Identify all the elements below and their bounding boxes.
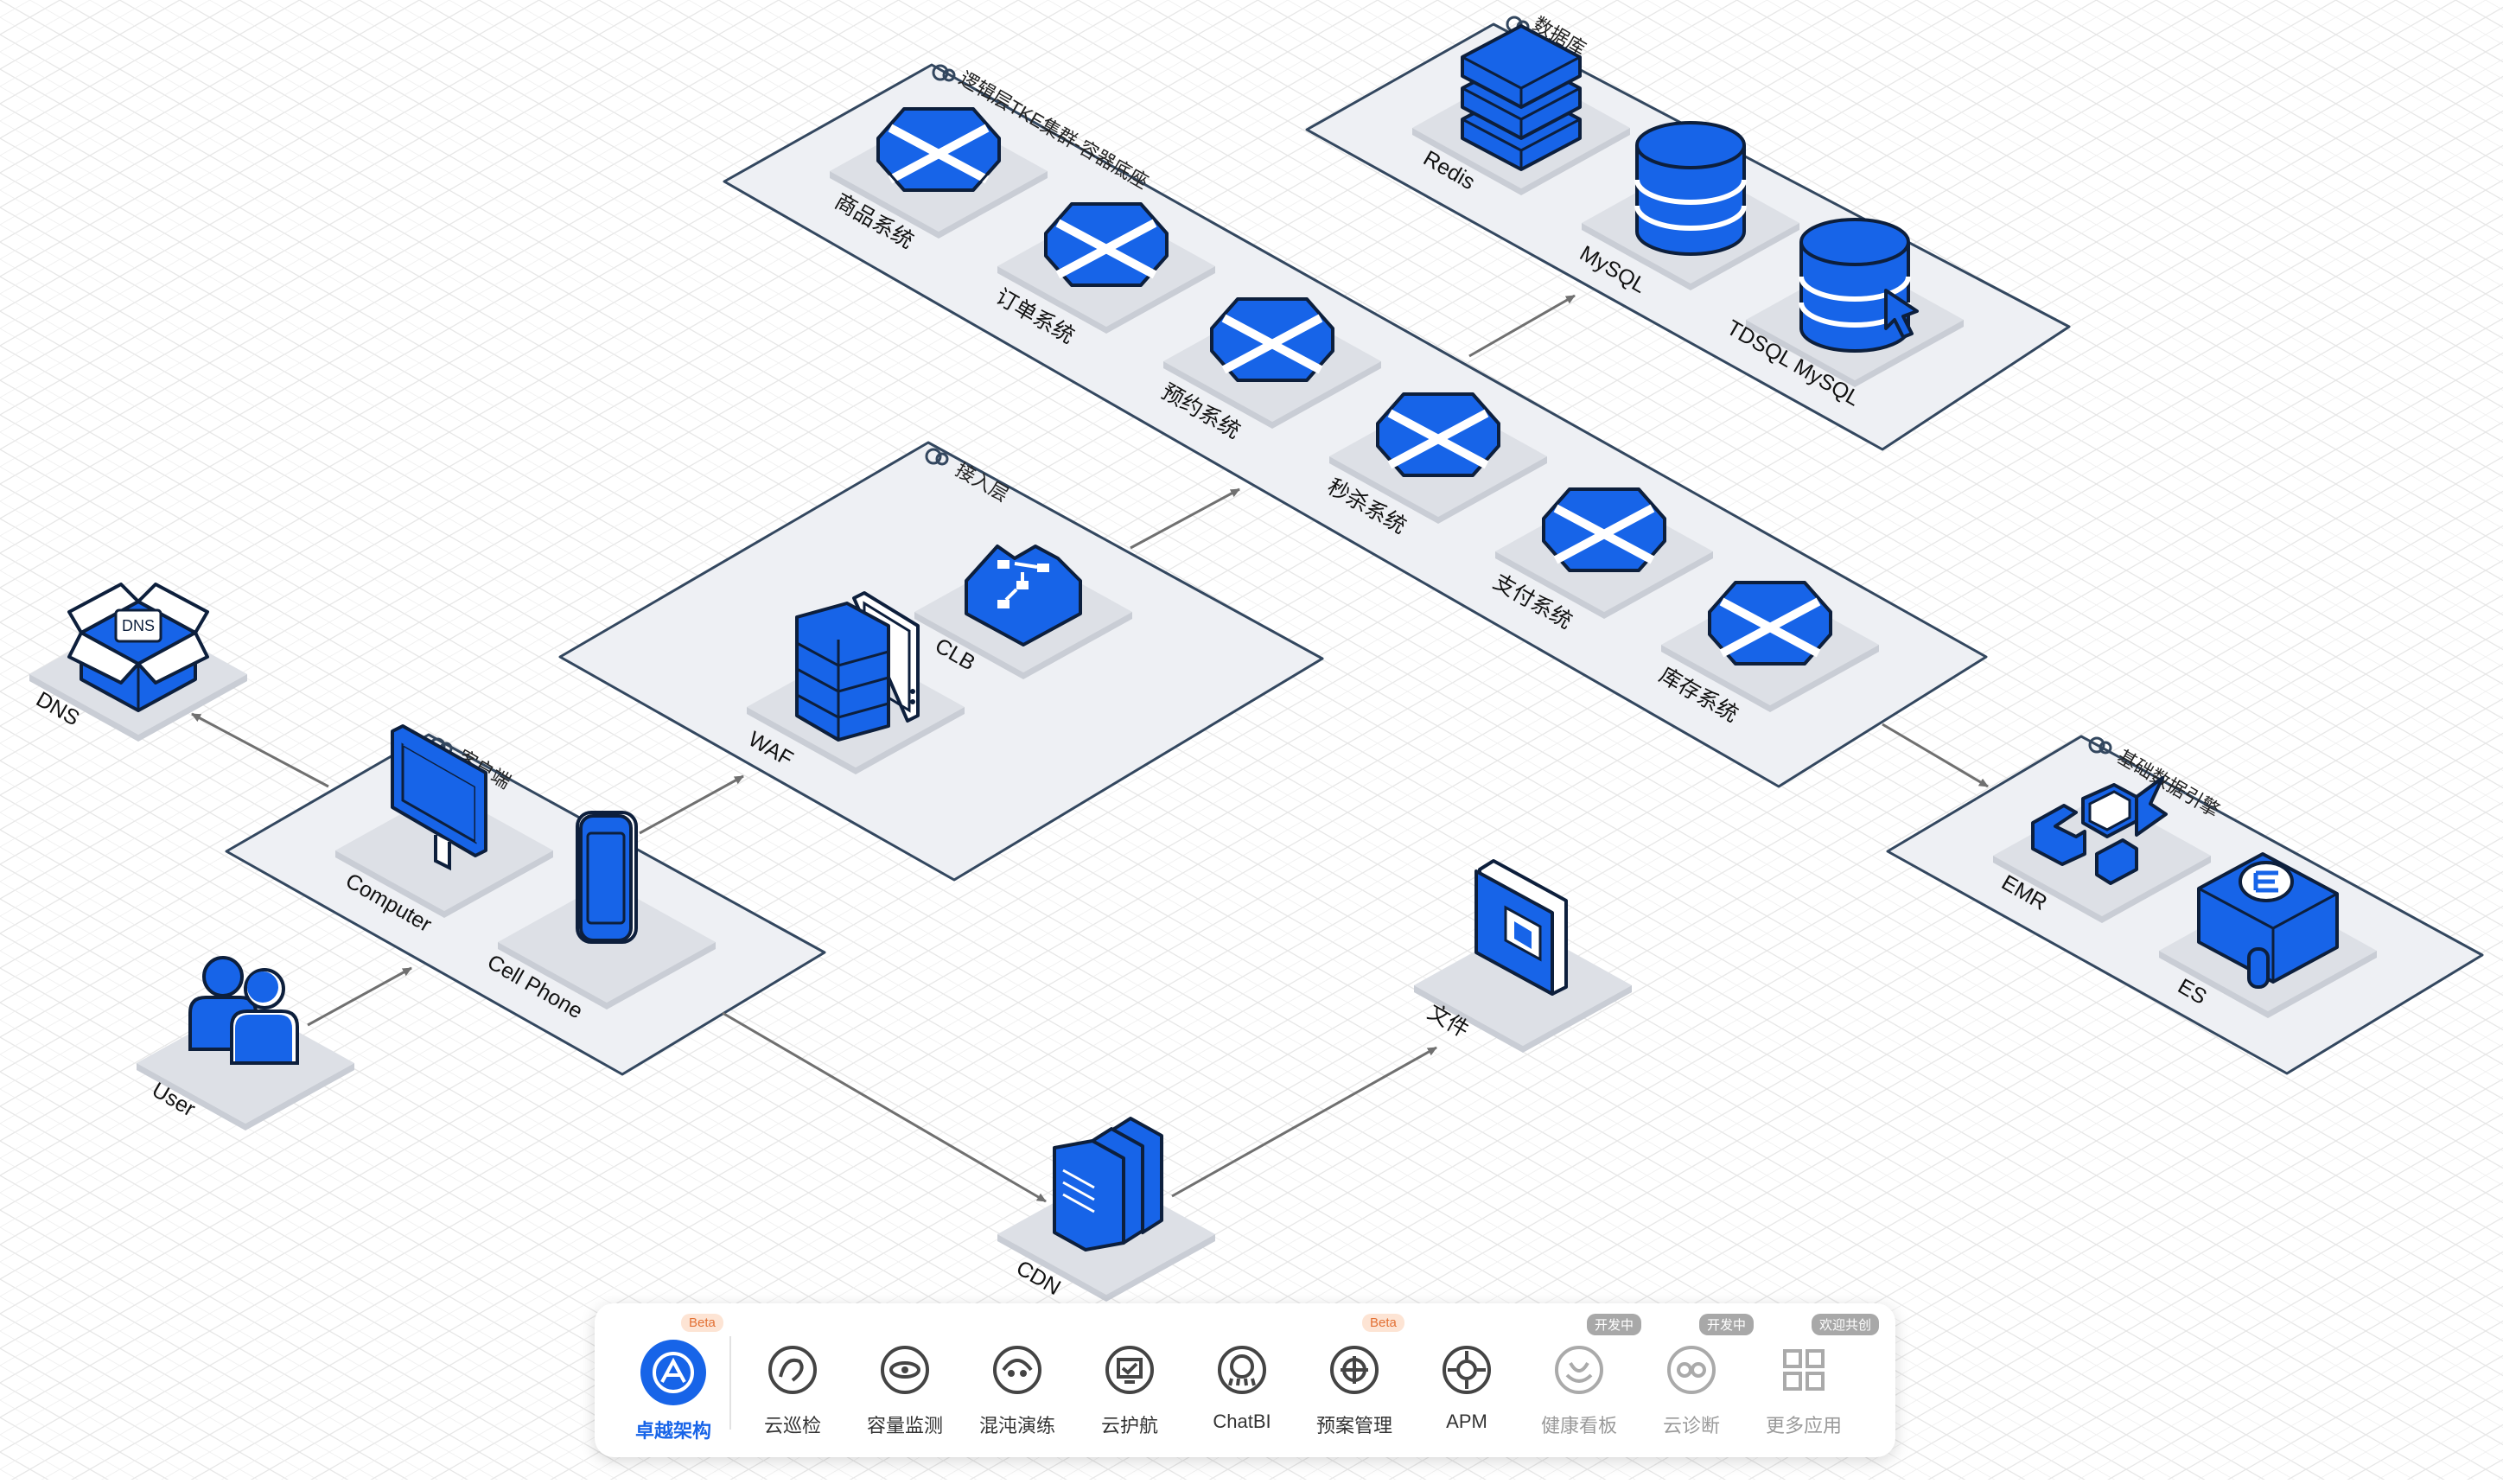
container-icon [1708, 581, 1832, 666]
container-icon [876, 107, 1001, 192]
container-icon [1376, 392, 1500, 477]
container-icon [1044, 202, 1169, 287]
dev-badge: 开发中 [1699, 1314, 1755, 1335]
chatbi-icon [1212, 1340, 1272, 1400]
beta-badge: Beta [681, 1314, 723, 1332]
architecture-canvas: 逻辑层TKE集群-容器底座 数据库 接入层 客户端 基础数据引擎 商品系统 订单… [0, 0, 2503, 1480]
tool-label: APM [1446, 1411, 1487, 1432]
tool-health-board[interactable]: 开发中 健康看板 [1523, 1303, 1642, 1457]
apm-icon [1436, 1340, 1497, 1400]
app-toolbar: Beta 卓越架构 云巡检 容量监测 混沌演练 云护航 ChatBI Beta … [595, 1303, 1895, 1457]
tool-label: 云护航 [1100, 1415, 1158, 1436]
tool-cloud-diagnose[interactable]: 开发中 云诊断 [1635, 1303, 1755, 1457]
tool-excellent-architecture[interactable]: Beta 卓越架构 [617, 1303, 729, 1457]
tool-label: 云诊断 [1662, 1415, 1720, 1436]
tool-apm[interactable]: APM [1411, 1303, 1523, 1457]
tool-more-apps[interactable]: 欢迎共创 更多应用 [1748, 1303, 1880, 1457]
container-icon [1542, 487, 1666, 572]
tool-chatbi[interactable]: ChatBI [1186, 1303, 1298, 1457]
capacity-icon [875, 1340, 935, 1400]
tdsql-database-icon [1799, 218, 1919, 353]
dev-badge: 开发中 [1587, 1314, 1642, 1335]
tool-capacity-monitor[interactable]: 容量监测 [849, 1303, 961, 1457]
tool-label: 混沌演练 [978, 1415, 1055, 1436]
architecture-icon [640, 1340, 706, 1405]
tool-label: 容量监测 [866, 1415, 943, 1436]
tool-chaos-drill[interactable]: 混沌演练 [961, 1303, 1073, 1457]
tool-label: 健康看板 [1540, 1415, 1617, 1436]
tool-cloud-patrol[interactable]: 云巡检 [736, 1303, 849, 1457]
toolbar-divider [729, 1336, 731, 1430]
tool-label: 卓越架构 [634, 1420, 711, 1442]
iso-grid-background [0, 0, 2503, 1480]
tool-label: 更多应用 [1765, 1415, 1842, 1436]
database-icon [1634, 121, 1747, 256]
beta-badge: Beta [1362, 1314, 1404, 1332]
tool-label: ChatBI [1213, 1411, 1271, 1432]
tool-label: 云巡检 [763, 1415, 821, 1436]
more-apps-icon [1774, 1340, 1834, 1400]
co-create-badge: 欢迎共创 [1812, 1314, 1880, 1335]
dns-box-text: DNS [122, 617, 155, 634]
chaos-icon [987, 1340, 1048, 1400]
plan-icon [1324, 1340, 1385, 1400]
diagram-svg: 逻辑层TKE集群-容器底座 数据库 接入层 客户端 基础数据引擎 商品系统 订单… [0, 0, 2503, 1480]
health-icon [1549, 1340, 1609, 1400]
cell-phone-icon [576, 811, 638, 944]
redis-stack-icon [1461, 24, 1582, 171]
tool-cloud-escort[interactable]: 云护航 [1073, 1303, 1186, 1457]
container-icon [1210, 297, 1334, 382]
tool-plan-management[interactable]: Beta 预案管理 [1298, 1303, 1411, 1457]
diagnose-icon [1661, 1340, 1722, 1400]
patrol-icon [762, 1340, 823, 1400]
tool-label: 预案管理 [1315, 1415, 1392, 1436]
escort-icon [1099, 1340, 1160, 1400]
